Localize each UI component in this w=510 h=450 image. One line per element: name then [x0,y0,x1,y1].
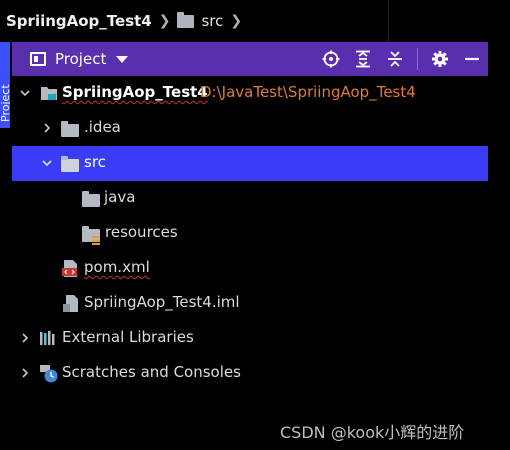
resources-marker-icon [92,236,100,245]
chevron-right-icon: ❯ [230,13,243,29]
folder-icon [82,191,100,207]
root-project-label: SpriingAop_Test4 [62,83,208,101]
folder-icon [177,11,195,28]
locate-button[interactable] [315,42,347,76]
java-folder-label: java [104,188,136,206]
expand-all-icon [356,50,370,68]
settings-button[interactable] [424,42,456,76]
module-icon [41,87,57,100]
hide-button[interactable] [456,42,488,76]
tree-row-scratches[interactable]: Scratches and Consoles [12,356,488,391]
tree-row-resources[interactable]: resources [12,216,488,251]
gear-icon [432,51,448,67]
folder-icon [61,121,79,137]
libraries-icon [40,331,55,345]
side-tab-project[interactable]: Project [0,42,10,128]
root-project-path: D:\JavaTest\SpriingAop_Test4 [200,83,416,101]
project-window-icon [30,52,46,66]
side-tab-label: Project [0,84,10,122]
chevron-right-icon[interactable] [20,368,30,378]
chevron-down-icon[interactable] [116,55,129,63]
maven-file-icon [62,260,77,277]
watermark: CSDN @kook小辉的进阶 [280,423,465,442]
project-tool-window-header: Project [12,42,488,76]
breadcrumb-src[interactable]: src [177,11,224,30]
breadcrumb-src-label: src [201,12,224,30]
external-libraries-label: External Libraries [62,328,194,346]
chevron-down-icon[interactable] [20,88,30,98]
hide-icon [465,57,479,61]
scratches-label: Scratches and Consoles [62,363,241,381]
tree-row-pom[interactable]: pom.xml [12,251,488,286]
scroll-gutter [488,42,510,450]
chevron-right-icon: ❯ [158,13,171,29]
scratches-icon [40,365,58,383]
idea-folder-label: .idea [84,118,121,136]
tree-row-iml[interactable]: SpriingAop_Test4.iml [12,286,488,321]
tree-row-external-libraries[interactable]: External Libraries [12,321,488,356]
folder-icon [61,156,79,172]
breadcrumb: SpriingAop_Test4 ❯ src ❯ [0,0,510,42]
breadcrumb-divider [388,0,389,42]
chevron-down-icon[interactable] [42,158,52,168]
toolbar-separator [417,48,418,70]
collapse-all-icon [388,51,402,67]
src-folder-label: src [84,153,106,171]
breadcrumb-project[interactable]: SpriingAop_Test4 [6,12,152,30]
expand-all-button[interactable] [347,42,379,76]
collapse-all-button[interactable] [379,42,411,76]
tree-row-java[interactable]: java [12,181,488,216]
iml-file-icon [63,295,78,312]
breadcrumb-project-label: SpriingAop_Test4 [6,12,152,30]
tree-row-idea[interactable]: .idea [12,111,488,146]
tree-row-src[interactable]: src [12,146,488,181]
chevron-right-icon[interactable] [20,333,30,343]
iml-file-label: SpriingAop_Test4.iml [84,293,240,311]
tree-row-root[interactable]: SpriingAop_Test4 D:\JavaTest\SpriingAop_… [12,76,488,111]
tool-window-actions [315,42,488,76]
chevron-right-icon[interactable] [42,123,52,133]
pom-file-label: pom.xml [84,258,150,276]
resources-folder-label: resources [105,223,178,241]
tool-window-title[interactable]: Project [55,50,106,68]
locate-icon [322,50,340,68]
project-tree: SpriingAop_Test4 D:\JavaTest\SpriingAop_… [12,76,488,450]
